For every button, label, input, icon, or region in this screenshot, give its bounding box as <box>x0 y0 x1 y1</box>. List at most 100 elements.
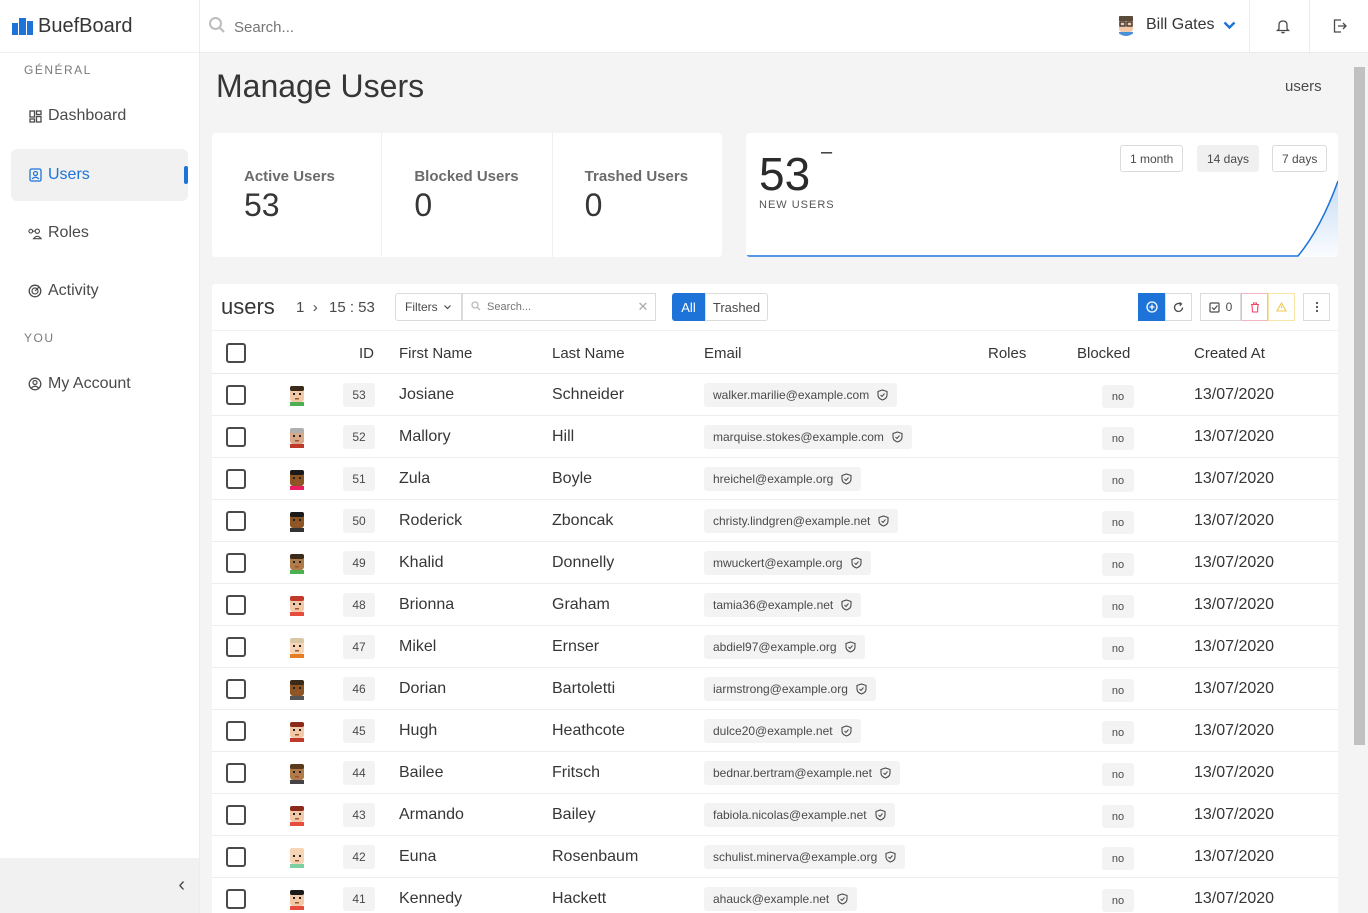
shield-check-icon <box>851 557 862 569</box>
created-at: 13/07/2020 <box>1194 848 1275 865</box>
user-avatar <box>290 512 304 532</box>
block-selected-button[interactable] <box>1268 293 1295 321</box>
row-checkbox[interactable] <box>226 721 246 741</box>
email: tamia36@example.net <box>713 598 834 612</box>
more-options-button[interactable] <box>1303 293 1330 321</box>
email-tag[interactable]: hreichel@example.org <box>704 467 862 491</box>
table-row[interactable]: 50 Roderick Zboncak christy.lindgren@exampl… <box>212 500 1338 542</box>
top-search-input[interactable] <box>234 19 534 36</box>
first-name: Zula <box>399 470 431 487</box>
table-row[interactable]: 42 Euna Rosenbaum schulist.minerva@example.… <box>212 836 1338 878</box>
table-row[interactable]: 44 Bailee Fritsch bednar.bertram@example.ne… <box>212 752 1338 794</box>
breadcrumb[interactable]: users <box>1285 78 1322 95</box>
row-checkbox[interactable] <box>226 511 246 531</box>
table-row[interactable]: 48 Brionna Graham tamia36@example.net no 13/0… <box>212 584 1338 626</box>
table-search-input[interactable] <box>487 301 627 313</box>
table-row[interactable]: 45 Hugh Heathcote dulce20@example.net no 13/0… <box>212 710 1338 752</box>
user-menu[interactable]: Bill Gates <box>1115 14 1236 36</box>
last-name: Boyle <box>552 470 593 487</box>
table-row[interactable]: 49 Khalid Donnelly mwuckert@example.org no 13… <box>212 542 1338 584</box>
brand[interactable]: BuefBoard <box>0 0 199 53</box>
logout-icon[interactable] <box>1332 18 1348 34</box>
table-row[interactable]: 41 Kennedy Hackett ahauck@example.net no 13/0… <box>212 878 1338 913</box>
sidebar-item-dashboard[interactable]: Dashboard <box>11 90 188 142</box>
top-search[interactable] <box>208 16 534 39</box>
row-checkbox[interactable] <box>226 679 246 699</box>
column-header-first-name[interactable]: First Name <box>399 345 472 362</box>
email-tag[interactable]: abdiel97@example.org <box>704 635 865 659</box>
last-name: Fritsch <box>552 764 600 781</box>
table-page: 1 › <box>296 299 318 316</box>
row-checkbox[interactable] <box>226 637 246 657</box>
email-tag[interactable]: christy.lindgren@example.net <box>704 509 899 533</box>
email-tag[interactable]: fabiola.nicolas@example.net <box>704 803 895 827</box>
add-user-button[interactable] <box>1138 293 1165 321</box>
table-search[interactable] <box>462 293 656 321</box>
column-header-email[interactable]: Email <box>704 345 742 362</box>
email-tag[interactable]: mwuckert@example.org <box>704 551 871 575</box>
row-checkbox[interactable] <box>226 889 246 909</box>
email-tag[interactable]: bednar.bertram@example.net <box>704 761 900 785</box>
row-checkbox[interactable] <box>226 763 246 783</box>
selected-count-button[interactable]: 0 <box>1200 293 1241 321</box>
table-row[interactable]: 47 Mikel Ernser abdiel97@example.org no 13/07… <box>212 626 1338 668</box>
last-name: Ernser <box>552 638 600 655</box>
user-id: 48 <box>343 593 375 617</box>
brand-name: BuefBoard <box>38 14 133 37</box>
user-avatar <box>290 764 304 784</box>
shield-check-icon <box>880 767 891 779</box>
row-checkbox[interactable] <box>226 805 246 825</box>
email-tag[interactable]: schulist.minerva@example.org <box>704 845 906 869</box>
last-name: Bartoletti <box>552 680 616 697</box>
filter-all-button[interactable]: All <box>672 293 705 321</box>
email-tag[interactable]: marquise.stokes@example.com <box>704 425 912 449</box>
sidebar-item-activity[interactable]: Activity <box>11 265 188 317</box>
table-row[interactable]: 43 Armando Bailey fabiola.nicolas@example.n… <box>212 794 1338 836</box>
column-header-id[interactable]: ID <box>359 345 374 362</box>
email-tag[interactable]: iarmstrong@example.org <box>704 677 876 701</box>
row-checkbox[interactable] <box>226 847 246 867</box>
user-id: 49 <box>343 551 375 575</box>
table-row[interactable]: 51 Zula Boyle hreichel@example.org no 13/07/2… <box>212 458 1338 500</box>
delete-selected-button[interactable] <box>1241 293 1268 321</box>
first-name: Hugh <box>399 722 438 739</box>
row-checkbox[interactable] <box>226 469 246 489</box>
clear-search-button[interactable]: ✕ <box>630 293 656 321</box>
select-all-checkbox[interactable] <box>226 343 246 363</box>
email-tag[interactable]: tamia36@example.net <box>704 593 862 617</box>
row-checkbox[interactable] <box>226 595 246 615</box>
page-scrollbar[interactable] <box>1352 53 1368 913</box>
column-header-last-name[interactable]: Last Name <box>552 345 625 362</box>
sidebar-collapse-button[interactable]: ‹ <box>0 858 199 913</box>
bell-icon[interactable] <box>1275 18 1291 34</box>
shield-check-icon <box>837 893 848 905</box>
filters-dropdown[interactable]: Filters <box>395 293 462 321</box>
sidebar-item-users[interactable]: Users <box>11 149 188 201</box>
column-header-created-at[interactable]: Created At <box>1194 345 1265 362</box>
email-tag[interactable]: walker.marilie@example.com <box>704 383 898 407</box>
user-avatar <box>1119 16 1133 36</box>
column-header-roles: Roles <box>988 345 1027 362</box>
sidebar-item-my-account[interactable]: My Account <box>11 358 188 410</box>
email-tag[interactable]: dulce20@example.net <box>704 719 861 743</box>
menu-label-general: GÉNÉRAL <box>24 63 92 77</box>
row-checkbox[interactable] <box>226 553 246 573</box>
table-row[interactable]: 46 Dorian Bartoletti iarmstrong@example.org… <box>212 668 1338 710</box>
scrollbar-thumb[interactable] <box>1354 67 1365 745</box>
row-checkbox[interactable] <box>226 427 246 447</box>
email-tag[interactable]: ahauck@example.net <box>704 887 858 911</box>
shield-check-icon <box>856 683 867 695</box>
table-row[interactable]: 52 Mallory Hill marquise.stokes@example.com… <box>212 416 1338 458</box>
filter-trashed-button[interactable]: Trashed <box>705 293 768 321</box>
first-name: Brionna <box>399 596 455 613</box>
user-avatar <box>290 722 304 742</box>
refresh-button[interactable] <box>1165 293 1192 321</box>
sidebar: BuefBoard GÉNÉRAL Dashboard Users Roles … <box>0 0 200 913</box>
created-at: 13/07/2020 <box>1194 764 1275 781</box>
table-row[interactable]: 53 Josiane Schneider walker.marilie@example… <box>212 374 1338 416</box>
sidebar-item-roles[interactable]: Roles <box>11 207 188 259</box>
row-checkbox[interactable] <box>226 385 246 405</box>
column-header-blocked[interactable]: Blocked <box>1077 345 1130 362</box>
table-time: 15 : 53 <box>329 299 375 316</box>
shield-check-icon <box>878 515 889 527</box>
